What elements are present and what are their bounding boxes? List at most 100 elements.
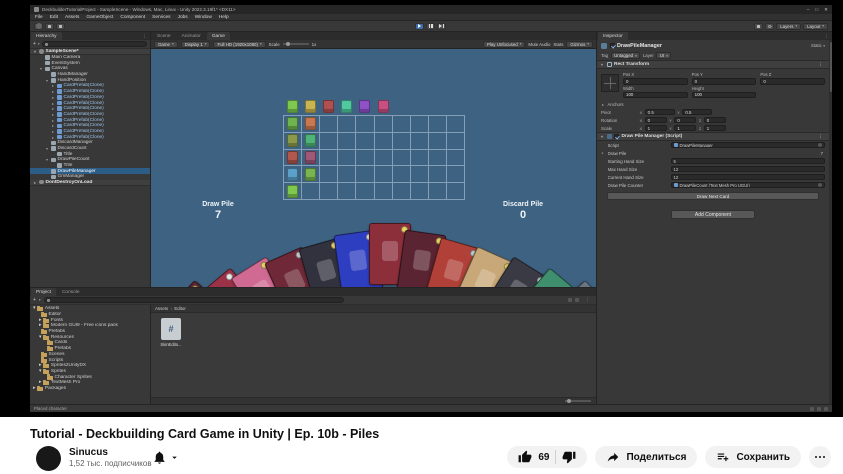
object-picker-icon[interactable] — [818, 183, 822, 187]
scale-slider[interactable] — [283, 43, 309, 45]
view-tab[interactable]: Animator — [177, 32, 206, 40]
pivot-y-field[interactable]: 0.5 — [682, 109, 712, 116]
thumbs-down-icon[interactable] — [562, 450, 576, 464]
display-dropdown[interactable]: Display 1▾ — [181, 41, 211, 48]
rotation-y-field[interactable]: 0 — [674, 117, 696, 124]
view-tab[interactable]: Game — [207, 32, 230, 40]
menu-item[interactable]: Services — [152, 15, 170, 20]
height-field[interactable]: 100 — [692, 92, 757, 99]
status-message[interactable]: Placed character — [34, 406, 67, 411]
layer-dropdown[interactable]: UI▾ — [656, 52, 671, 59]
scale-z-field[interactable]: 1 — [704, 125, 726, 132]
expand-arrow-icon[interactable]: ▸ — [51, 106, 55, 111]
undo-history-button[interactable] — [754, 23, 763, 30]
expand-arrow-icon[interactable]: ▾ — [33, 306, 35, 311]
menu-item[interactable]: File — [35, 15, 43, 20]
search-button[interactable] — [765, 23, 774, 30]
panel-tab[interactable]: Console — [57, 288, 85, 296]
channel-name[interactable]: Sinucus — [69, 447, 108, 458]
field-value[interactable]: 7 — [671, 150, 826, 157]
expand-arrow-icon[interactable]: ▸ — [39, 323, 41, 328]
scale-x-field[interactable]: 1 — [645, 125, 667, 132]
menu-item[interactable]: Jobs — [178, 15, 188, 20]
thumbnail-zoom-slider[interactable] — [565, 400, 591, 402]
menu-item[interactable]: GameObject — [86, 15, 113, 20]
folder-item[interactable]: ▸ Packages — [30, 386, 150, 392]
grid-snap-button[interactable] — [56, 23, 65, 30]
expand-arrow-icon[interactable]: ▸ — [51, 89, 55, 94]
expand-arrow-icon[interactable]: ▸ — [51, 123, 55, 128]
static-dropdown[interactable]: Static▾ — [811, 43, 825, 48]
view-mode-dropdown[interactable]: Game▾ — [154, 41, 178, 48]
anchors-foldout[interactable]: Anchors — [608, 102, 624, 107]
menu-item[interactable]: Window — [195, 15, 212, 20]
window-control-button[interactable]: – — [807, 7, 810, 13]
field-value[interactable]: DrawPileManager — [671, 142, 826, 149]
menu-item[interactable]: Help — [219, 15, 229, 20]
menu-item[interactable]: Edit — [50, 15, 58, 20]
pos-z-field[interactable]: 0 — [760, 78, 825, 85]
expand-arrow-icon[interactable]: ▸ — [51, 129, 55, 134]
field-value[interactable]: 12 — [671, 174, 826, 181]
console-warning-icon[interactable] — [817, 407, 821, 411]
settings-gear-icon[interactable] — [575, 298, 579, 302]
video-player[interactable]: DeckbuilderTutorialProject - SampleScene… — [0, 0, 843, 417]
create-asset-button[interactable]: + — [33, 297, 36, 303]
rotation-z-field[interactable]: 0 — [704, 117, 726, 124]
tab-inspector[interactable]: Inspector — [598, 32, 628, 40]
hierarchy-search-input[interactable] — [42, 41, 147, 47]
scale-y-field[interactable]: 1 — [674, 125, 696, 132]
component-enabled-checkbox[interactable] — [614, 134, 619, 139]
breadcrumb-current[interactable]: Editor — [174, 306, 185, 311]
window-control-button[interactable]: □ — [815, 7, 818, 13]
hierarchy-item[interactable]: ▸ DontDestroyOnLoad — [30, 180, 150, 186]
expand-arrow-icon[interactable]: ▾ — [39, 369, 41, 374]
expand-arrow-icon[interactable]: ▸ — [51, 118, 55, 123]
anchor-preset-button[interactable] — [601, 74, 619, 92]
pause-button[interactable] — [426, 23, 435, 30]
active-checkbox[interactable] — [610, 43, 615, 48]
expand-arrow-icon[interactable]: ▸ — [39, 363, 41, 368]
save-button[interactable]: Сохранить — [705, 446, 801, 468]
panel-tab[interactable]: Project — [31, 288, 56, 296]
expand-arrow-icon[interactable]: ▸ — [51, 83, 55, 88]
cloud-button[interactable] — [45, 23, 54, 30]
thumbs-up-icon[interactable] — [518, 450, 532, 464]
pos-y-field[interactable]: 0 — [692, 78, 757, 85]
inspector-scrollbar[interactable] — [829, 40, 832, 404]
console-log-icon[interactable] — [810, 407, 814, 411]
tab-hierarchy[interactable]: Hierarchy — [31, 32, 62, 40]
expand-arrow-icon[interactable]: ▾ — [39, 66, 43, 71]
layout-dropdown[interactable]: Layout▾ — [803, 23, 828, 30]
channel-avatar[interactable] — [36, 446, 61, 471]
pivot-x-field[interactable]: 0.5 — [645, 109, 675, 116]
tag-dropdown[interactable]: Untagged▾ — [611, 52, 641, 59]
add-component-button[interactable]: Add Component — [671, 210, 755, 219]
menu-item[interactable]: Assets — [65, 15, 79, 20]
object-picker-icon[interactable] — [818, 143, 822, 147]
draw-next-card-button[interactable]: Draw Next Card — [607, 192, 819, 200]
play-button[interactable] — [415, 23, 424, 30]
script-component-header[interactable]: ▾ Draw Pile Manager (Script) ⋮ — [597, 132, 829, 141]
foldout-arrow-icon[interactable]: ▸ — [601, 102, 605, 107]
view-tab[interactable]: Scene — [152, 32, 176, 40]
notification-bell-button[interactable] — [152, 450, 180, 465]
expand-arrow-icon[interactable]: ▸ — [33, 180, 37, 185]
expand-arrow-icon[interactable]: ▸ — [51, 95, 55, 100]
console-error-icon[interactable] — [824, 407, 828, 411]
width-field[interactable]: 100 — [623, 92, 688, 99]
window-control-button[interactable]: ✕ — [824, 7, 828, 13]
expand-arrow-icon[interactable]: ▾ — [45, 146, 49, 151]
gizmos-dropdown[interactable]: Gizmos▾ — [566, 41, 593, 48]
stats-toggle[interactable]: Stats — [553, 42, 563, 47]
account-button[interactable] — [34, 23, 43, 30]
expand-arrow-icon[interactable]: ▸ — [51, 135, 55, 140]
more-actions-button[interactable] — [809, 446, 831, 468]
rect-transform-header[interactable]: ▾ Rect Transform ⋮ — [597, 60, 829, 69]
step-button[interactable] — [437, 23, 446, 30]
expand-arrow-icon[interactable]: ▾ — [45, 157, 49, 162]
field-value[interactable]: DrawPileCount (Text Mesh Pro UGUI) — [671, 182, 826, 189]
game-viewport[interactable]: Draw Pile 7 Discard Pile 0 — [151, 49, 596, 287]
expand-arrow-icon[interactable]: ▾ — [33, 49, 37, 54]
field-value[interactable]: 5 — [671, 158, 826, 165]
